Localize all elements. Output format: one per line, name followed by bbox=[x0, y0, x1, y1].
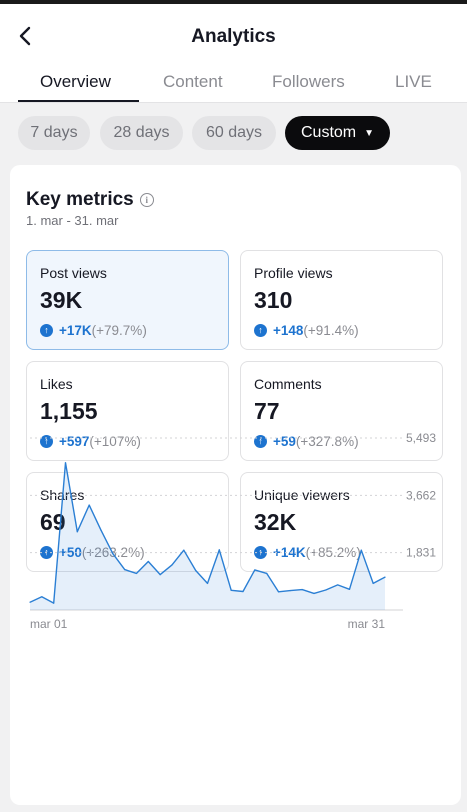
data-point bbox=[159, 574, 161, 576]
metric-change: ↑ +17K (+79.7%) bbox=[40, 323, 147, 338]
data-point bbox=[313, 592, 315, 595]
tab-overview[interactable]: Overview bbox=[40, 72, 111, 92]
data-point bbox=[112, 553, 114, 555]
data-point bbox=[218, 549, 220, 551]
data-point bbox=[266, 572, 268, 574]
metric-percent: (+91.4%) bbox=[303, 323, 359, 338]
chip-60-days[interactable]: 60 days bbox=[192, 116, 276, 150]
metric-delta: +148 bbox=[273, 323, 304, 338]
data-point bbox=[301, 589, 303, 591]
metric-percent: (+79.7%) bbox=[91, 323, 147, 338]
y-tick-label: 3,662 bbox=[406, 488, 436, 502]
data-point bbox=[325, 589, 327, 591]
x-tick-label-end: mar 31 bbox=[348, 617, 386, 631]
data-point bbox=[206, 582, 209, 584]
tabs-divider bbox=[0, 102, 467, 103]
data-point bbox=[289, 589, 291, 592]
date-range: 1. mar - 31. mar bbox=[26, 213, 119, 228]
info-icon[interactable]: i bbox=[139, 193, 154, 207]
y-tick-label: 1,831 bbox=[406, 546, 436, 560]
chip-label: 28 days bbox=[113, 124, 170, 141]
tab-followers[interactable]: Followers bbox=[272, 72, 345, 92]
data-point bbox=[348, 588, 351, 590]
data-point bbox=[277, 591, 280, 593]
metric-label: Post views bbox=[40, 265, 107, 281]
post-views-chart[interactable]: 5,493 3,662 1,831 mar 01 mar 31 bbox=[18, 425, 443, 635]
chip-28-days[interactable]: 28 days bbox=[100, 116, 183, 150]
x-tick-label-start: mar 01 bbox=[30, 617, 68, 631]
y-tick-label: 5,493 bbox=[406, 431, 436, 445]
tab-content[interactable]: Content bbox=[163, 72, 223, 92]
chip-custom[interactable]: Custom ▼ bbox=[285, 116, 390, 150]
metric-profile-views[interactable]: Profile views 310 ↑ +148 (+91.4%) bbox=[240, 250, 443, 350]
metric-label: Comments bbox=[254, 376, 322, 392]
chip-label: 7 days bbox=[30, 124, 78, 141]
data-point bbox=[360, 549, 362, 551]
data-point bbox=[195, 569, 197, 572]
chip-7-days[interactable]: 7 days bbox=[18, 116, 90, 150]
metric-value: 39K bbox=[40, 287, 83, 313]
data-point bbox=[76, 531, 78, 533]
data-point bbox=[337, 584, 339, 586]
data-point bbox=[183, 549, 185, 551]
metric-value: 1,155 bbox=[40, 398, 98, 424]
data-point bbox=[230, 589, 232, 591]
page-title: Analytics bbox=[191, 26, 276, 47]
caret-down-icon: ▼ bbox=[364, 127, 375, 139]
data-point bbox=[254, 569, 256, 571]
metric-post-views[interactable]: Post views 39K ↑ +17K (+79.7%) bbox=[26, 250, 229, 350]
app-header: Analytics Overview Content Followers LIV… bbox=[0, 4, 467, 103]
metric-value: 310 bbox=[254, 287, 293, 313]
metric-value: 77 bbox=[254, 398, 280, 424]
data-point bbox=[171, 564, 173, 566]
data-point bbox=[53, 602, 55, 604]
data-point bbox=[88, 504, 90, 506]
metric-delta: +17K bbox=[59, 323, 92, 338]
data-point bbox=[124, 569, 126, 571]
key-metrics-title: Key metrics i bbox=[26, 189, 154, 211]
tab-live[interactable]: LIVE bbox=[395, 72, 432, 92]
tab-bar: Overview Content Followers LIVE bbox=[0, 68, 467, 104]
arrow-up-icon: ↑ bbox=[254, 324, 267, 337]
data-point bbox=[64, 462, 67, 464]
data-point bbox=[372, 582, 374, 584]
date-filter-chips: 7 days 28 days 60 days Custom ▼ bbox=[0, 116, 467, 152]
key-metrics-heading: Key metrics bbox=[26, 189, 134, 210]
data-point bbox=[41, 596, 43, 598]
chip-label: 60 days bbox=[205, 124, 263, 141]
arrow-up-icon: ↑ bbox=[40, 324, 53, 337]
metric-label: Likes bbox=[40, 376, 73, 392]
metric-change: ↑ +148 (+91.4%) bbox=[254, 323, 359, 338]
data-point bbox=[384, 576, 386, 578]
metric-label: Profile views bbox=[254, 265, 333, 281]
data-point bbox=[242, 590, 244, 593]
data-point bbox=[147, 560, 149, 563]
data-point bbox=[100, 529, 102, 531]
data-point bbox=[29, 601, 31, 603]
chip-label: Custom bbox=[300, 124, 357, 141]
data-point bbox=[135, 572, 138, 574]
